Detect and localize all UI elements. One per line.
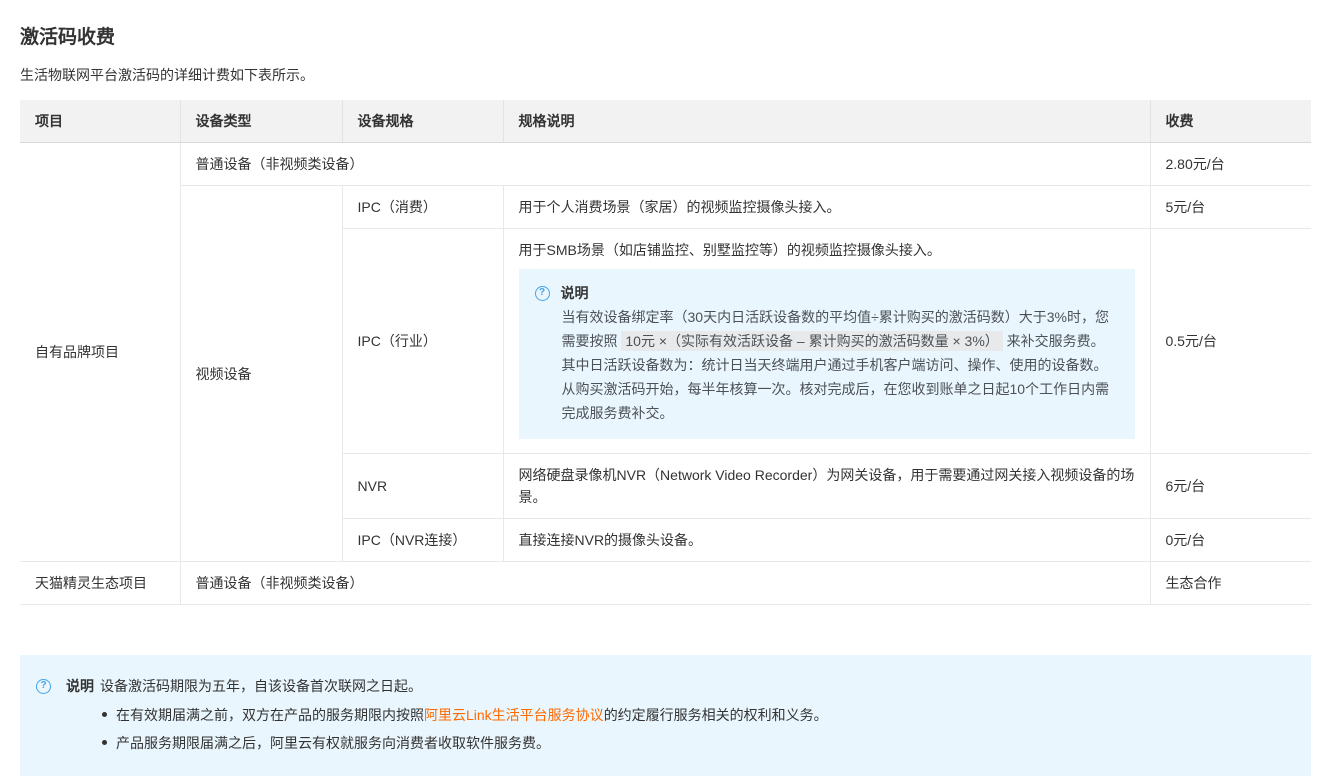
note-bullet-2: 产品服务期限届满之后，阿里云有权就服务向消费者收取软件服务费。 <box>102 732 1295 754</box>
table-row: 天猫精灵生态项目 普通设备（非视频类设备） 生态合作 <box>20 561 1311 605</box>
cell-video-device: 视频设备 <box>180 185 343 562</box>
bullet-dot-icon <box>102 712 107 717</box>
cell-ipc-nvr-spec: IPC（NVR连接） <box>342 518 504 562</box>
column-header-fee: 收费 <box>1150 100 1311 143</box>
page-title: 激活码收费 <box>20 27 116 48</box>
table-row: 视频设备 IPC（消费） 用于个人消费场景（家居）的视频监控摄像头接入。 5元/… <box>20 185 1311 562</box>
column-header-device-type: 设备类型 <box>180 100 343 143</box>
question-circle-icon: ? <box>534 285 550 301</box>
column-header-spec-desc: 规格说明 <box>503 100 1151 143</box>
inline-note-paragraph-1: 当有效设备绑定率（30天内日活跃设备数的平均值÷累计购买的激活码数）大于3%时，… <box>562 305 1119 377</box>
column-header-device-spec: 设备规格 <box>342 100 504 143</box>
cell-own-brand-project: 自有品牌项目 <box>20 142 181 562</box>
cell-normal-device-tmall: 普通设备（非视频类设备） <box>180 561 1151 605</box>
ipc-industry-desc-text: 用于SMB场景（如店铺监控、别墅监控等）的视频监控摄像头接入。 <box>518 242 941 258</box>
bottom-note-list: 在有效期届满之前，双方在产品的服务期限内按照阿里云Link生活平台服务协议的约定… <box>102 704 1295 754</box>
bottom-note-panel: ? 说明 设备激活码期限为五年，自该设备首次联网之日起。 在有效期届满之前，双方… <box>20 655 1311 776</box>
bottom-note-header: ? 说明 设备激活码期限为五年，自该设备首次联网之日起。 <box>36 675 1295 697</box>
cell-ipc-consumer-fee: 5元/台 <box>1150 185 1311 229</box>
inline-note-box: ? 说明 当有效设备绑定率（30天内日活跃设备数的平均值÷累计购买的激活码数）大… <box>518 269 1135 439</box>
cell-nvr-desc: 网络硬盘录像机NVR（Network Video Recorder）为网关设备，… <box>503 453 1151 519</box>
cell-fee-normal-device: 2.80元/台 <box>1150 142 1311 186</box>
inline-note-label: 说明 <box>560 285 589 301</box>
inline-note-header: ? 说明 <box>534 281 1119 305</box>
bullet1-suffix: 的约定履行服务相关的权利和义务。 <box>603 707 828 723</box>
cell-ipc-nvr-desc: 直接连接NVR的摄像头设备。 <box>503 518 1151 562</box>
bottom-note-text: 设备激活码期限为五年，自该设备首次联网之日起。 <box>100 678 422 694</box>
cell-fee-tmall: 生态合作 <box>1150 561 1311 605</box>
cell-tmall-project: 天猫精灵生态项目 <box>20 561 181 605</box>
question-circle-icon: ? <box>36 678 51 694</box>
cell-nvr-spec: NVR <box>342 453 504 519</box>
cell-ipc-consumer-desc: 用于个人消费场景（家居）的视频监控摄像头接入。 <box>503 185 1151 229</box>
bullet2-text: 产品服务期限届满之后，阿里云有权就服务向消费者收取软件服务费。 <box>116 735 550 751</box>
cell-normal-device: 普通设备（非视频类设备） <box>180 142 1151 186</box>
page-intro: 生活物联网平台激活码的详细计费如下表所示。 <box>20 67 314 83</box>
inline-note-paragraph-2: 从购买激活码开始，每半年核算一次。核对完成后，在您收到账单之日起10个工作日内需… <box>561 381 1110 421</box>
table-row: 自有品牌项目 普通设备（非视频类设备） 2.80元/台 <box>20 142 1311 562</box>
doc-page: 激活码收费 生活物联网平台激活码的详细计费如下表所示。 项目 设备类型 设备规格… <box>0 0 1335 776</box>
bottom-note-label: 说明 <box>66 678 94 694</box>
cell-ipc-industry-desc: 用于SMB场景（如店铺监控、别墅监控等）的视频监控摄像头接入。 ? 说明 当有效… <box>503 228 1151 454</box>
column-header-project: 项目 <box>20 100 181 143</box>
service-agreement-link[interactable]: 阿里云Link生活平台服务协议 <box>424 707 604 723</box>
cell-ipc-nvr-fee: 0元/台 <box>1150 518 1311 562</box>
cell-nvr-fee: 6元/台 <box>1150 453 1311 519</box>
cell-ipc-consumer-spec: IPC（消费） <box>342 185 504 229</box>
cell-ipc-industry-spec: IPC（行业） <box>342 228 504 454</box>
cell-ipc-industry-fee: 0.5元/台 <box>1150 228 1311 454</box>
bullet-dot-icon <box>102 740 107 745</box>
note-bullet-1: 在有效期届满之前，双方在产品的服务期限内按照阿里云Link生活平台服务协议的约定… <box>102 704 1295 726</box>
table-header-row: 项目 设备类型 设备规格 规格说明 收费 <box>20 100 1311 143</box>
formula-chip: 10元 ×（实际有效活跃设备 – 累计购买的激活码数量 × 3%） <box>621 331 1003 351</box>
bullet1-prefix: 在有效期届满之前，双方在产品的服务期限内按照 <box>116 707 424 723</box>
pricing-table: 项目 设备类型 设备规格 规格说明 收费 自有品牌项目 普通设备（非视频类设备）… <box>20 100 1311 605</box>
